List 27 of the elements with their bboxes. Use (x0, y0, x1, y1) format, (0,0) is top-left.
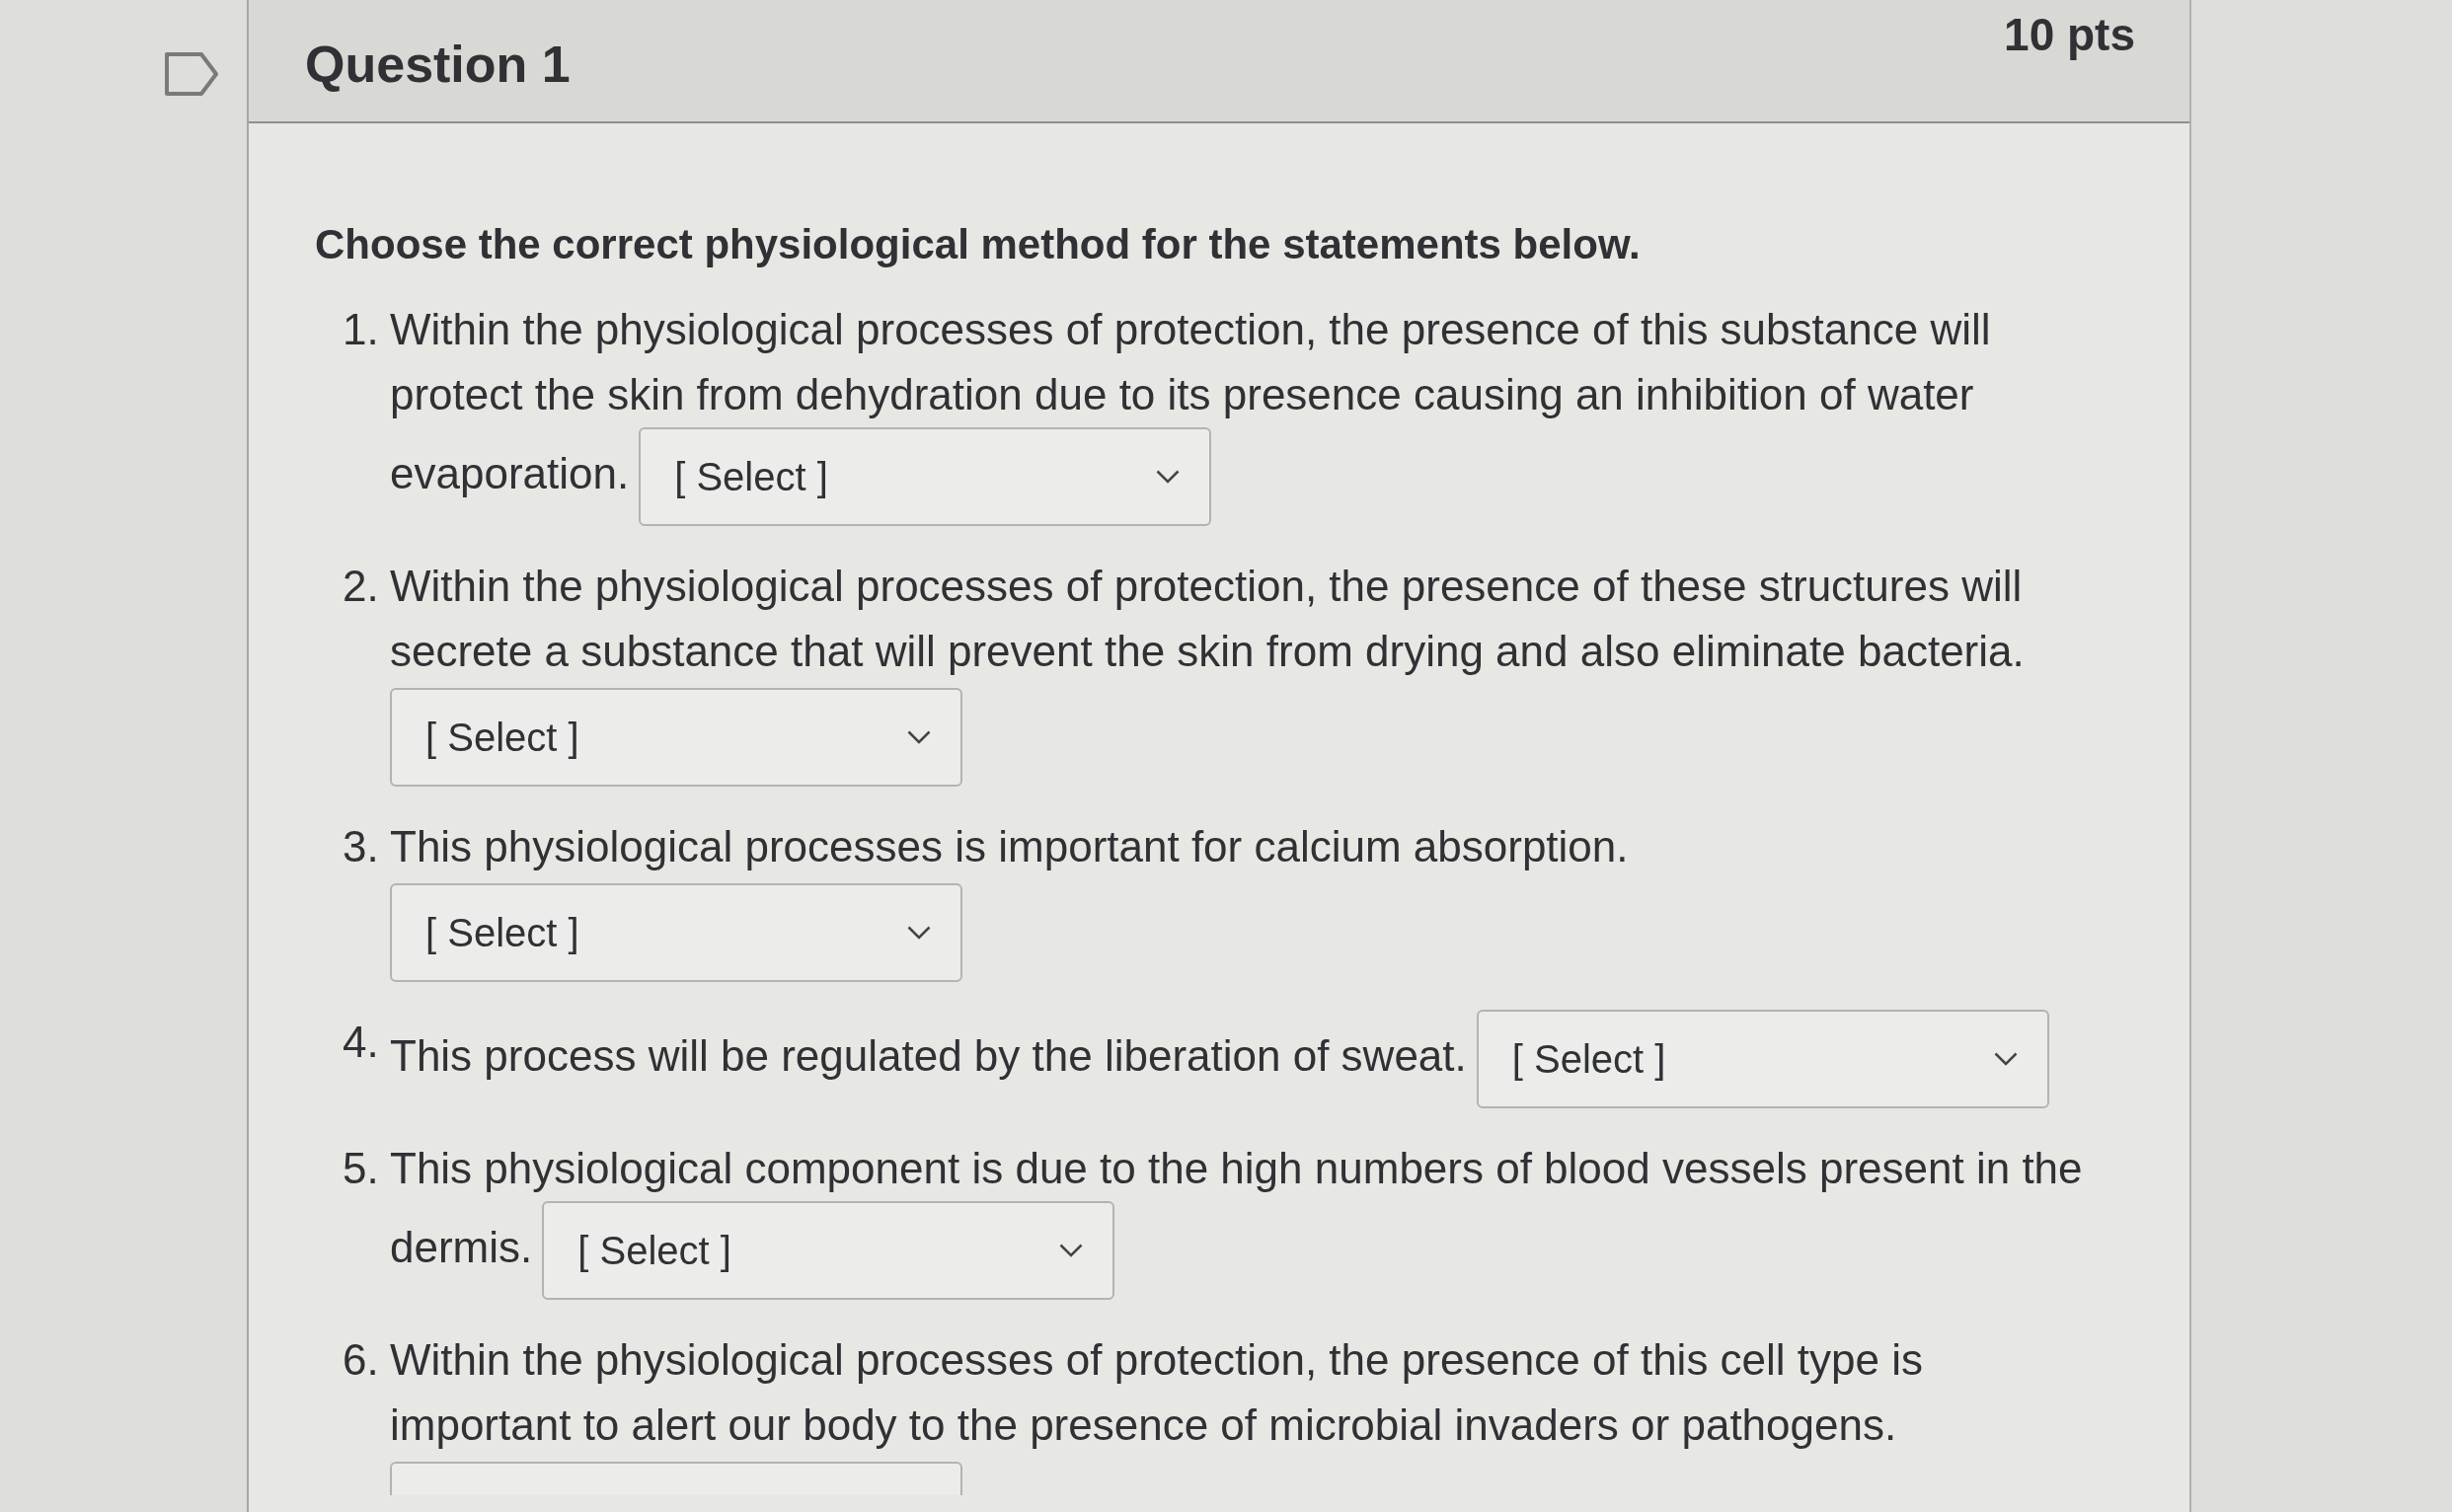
item-number: 5. (343, 1143, 380, 1194)
answer-dropdown[interactable]: [ Select ] (1476, 1010, 2049, 1108)
points-label: 10 pts (2004, 8, 2135, 62)
chevron-down-icon (1156, 470, 1181, 484)
item-number: 6. (343, 1334, 380, 1386)
tag-icon[interactable] (164, 51, 219, 97)
statement-text: Within the physiological processes of protection, the presence of this cell type is important to alert our body to the presence of microbial invaders or pathogens. (390, 1334, 1925, 1451)
statement-text: This physiological processes is important for calcium absorption. (390, 821, 1630, 872)
chevron-down-icon (1993, 1052, 2018, 1066)
answer-dropdown[interactable]: [ Select ] (390, 688, 962, 787)
statement-text: This physiological component is due to the high numbers of blood vessels present in the dermis. [ Select ] (390, 1136, 2107, 1300)
item-number: 2. (343, 561, 380, 612)
answer-dropdown[interactable]: [ Select ] (390, 883, 962, 982)
question-title: Question 1 (305, 35, 571, 95)
chevron-down-icon (907, 926, 931, 940)
statement-text: This process will be regulated by the liberation of sweat. [ Select ] (390, 1010, 2107, 1108)
chevron-down-icon (1059, 1244, 1084, 1257)
item-number: 1. (343, 304, 380, 355)
item-number: 3. (343, 821, 380, 872)
chevron-down-icon (907, 730, 931, 744)
answer-dropdown[interactable]: [ Select ] (639, 427, 1212, 526)
statement-text: Within the physiological processes of protection, the presence of these structures will secrete a substance that will prevent the skin from drying and also eliminate bacteria. (390, 561, 2026, 677)
statement-text: Within the physiological processes of protection, the presence of this substance will protect the skin from dehydration due to its presence causing an inhibition of water evaporation. [ Select ] (390, 297, 2107, 526)
answer-dropdown[interactable] (390, 1462, 962, 1495)
instruction-text: Choose the correct physiological method for the statements below. (315, 220, 1642, 269)
answer-dropdown[interactable]: [ Select ] (542, 1201, 1115, 1300)
item-number: 4. (343, 1017, 380, 1068)
